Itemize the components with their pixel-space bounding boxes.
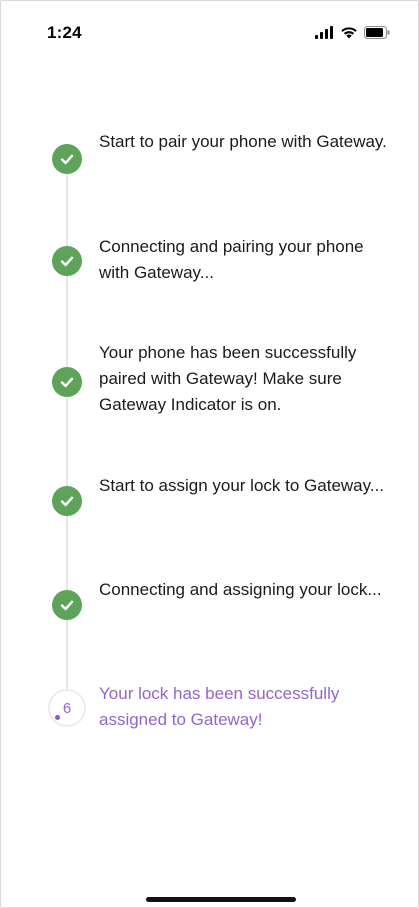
step-text: Start to assign your lock to Gateway... xyxy=(99,476,385,495)
check-icon xyxy=(52,590,82,620)
check-icon xyxy=(52,144,82,174)
step-text: Your phone has been successfully paired … xyxy=(99,343,357,414)
check-icon xyxy=(52,246,82,276)
step-text: Connecting and assigning your lock... xyxy=(99,580,382,599)
phone-screen: 1:24 Start to pair your phone with Gatew… xyxy=(0,0,419,908)
step-text: Connecting and pairing your phone with G… xyxy=(99,237,364,282)
progress-dot xyxy=(55,715,60,720)
step-text: Your lock has been successfully assigned… xyxy=(99,684,340,729)
check-icon xyxy=(52,367,82,397)
pairing-steps: Start to pair your phone with Gateway. C… xyxy=(1,1,418,907)
step-number: 6 xyxy=(62,699,72,717)
step-number-badge: 6 xyxy=(48,689,86,727)
home-indicator[interactable] xyxy=(146,897,296,902)
check-icon xyxy=(52,486,82,516)
step-text: Start to pair your phone with Gateway. xyxy=(99,132,387,151)
